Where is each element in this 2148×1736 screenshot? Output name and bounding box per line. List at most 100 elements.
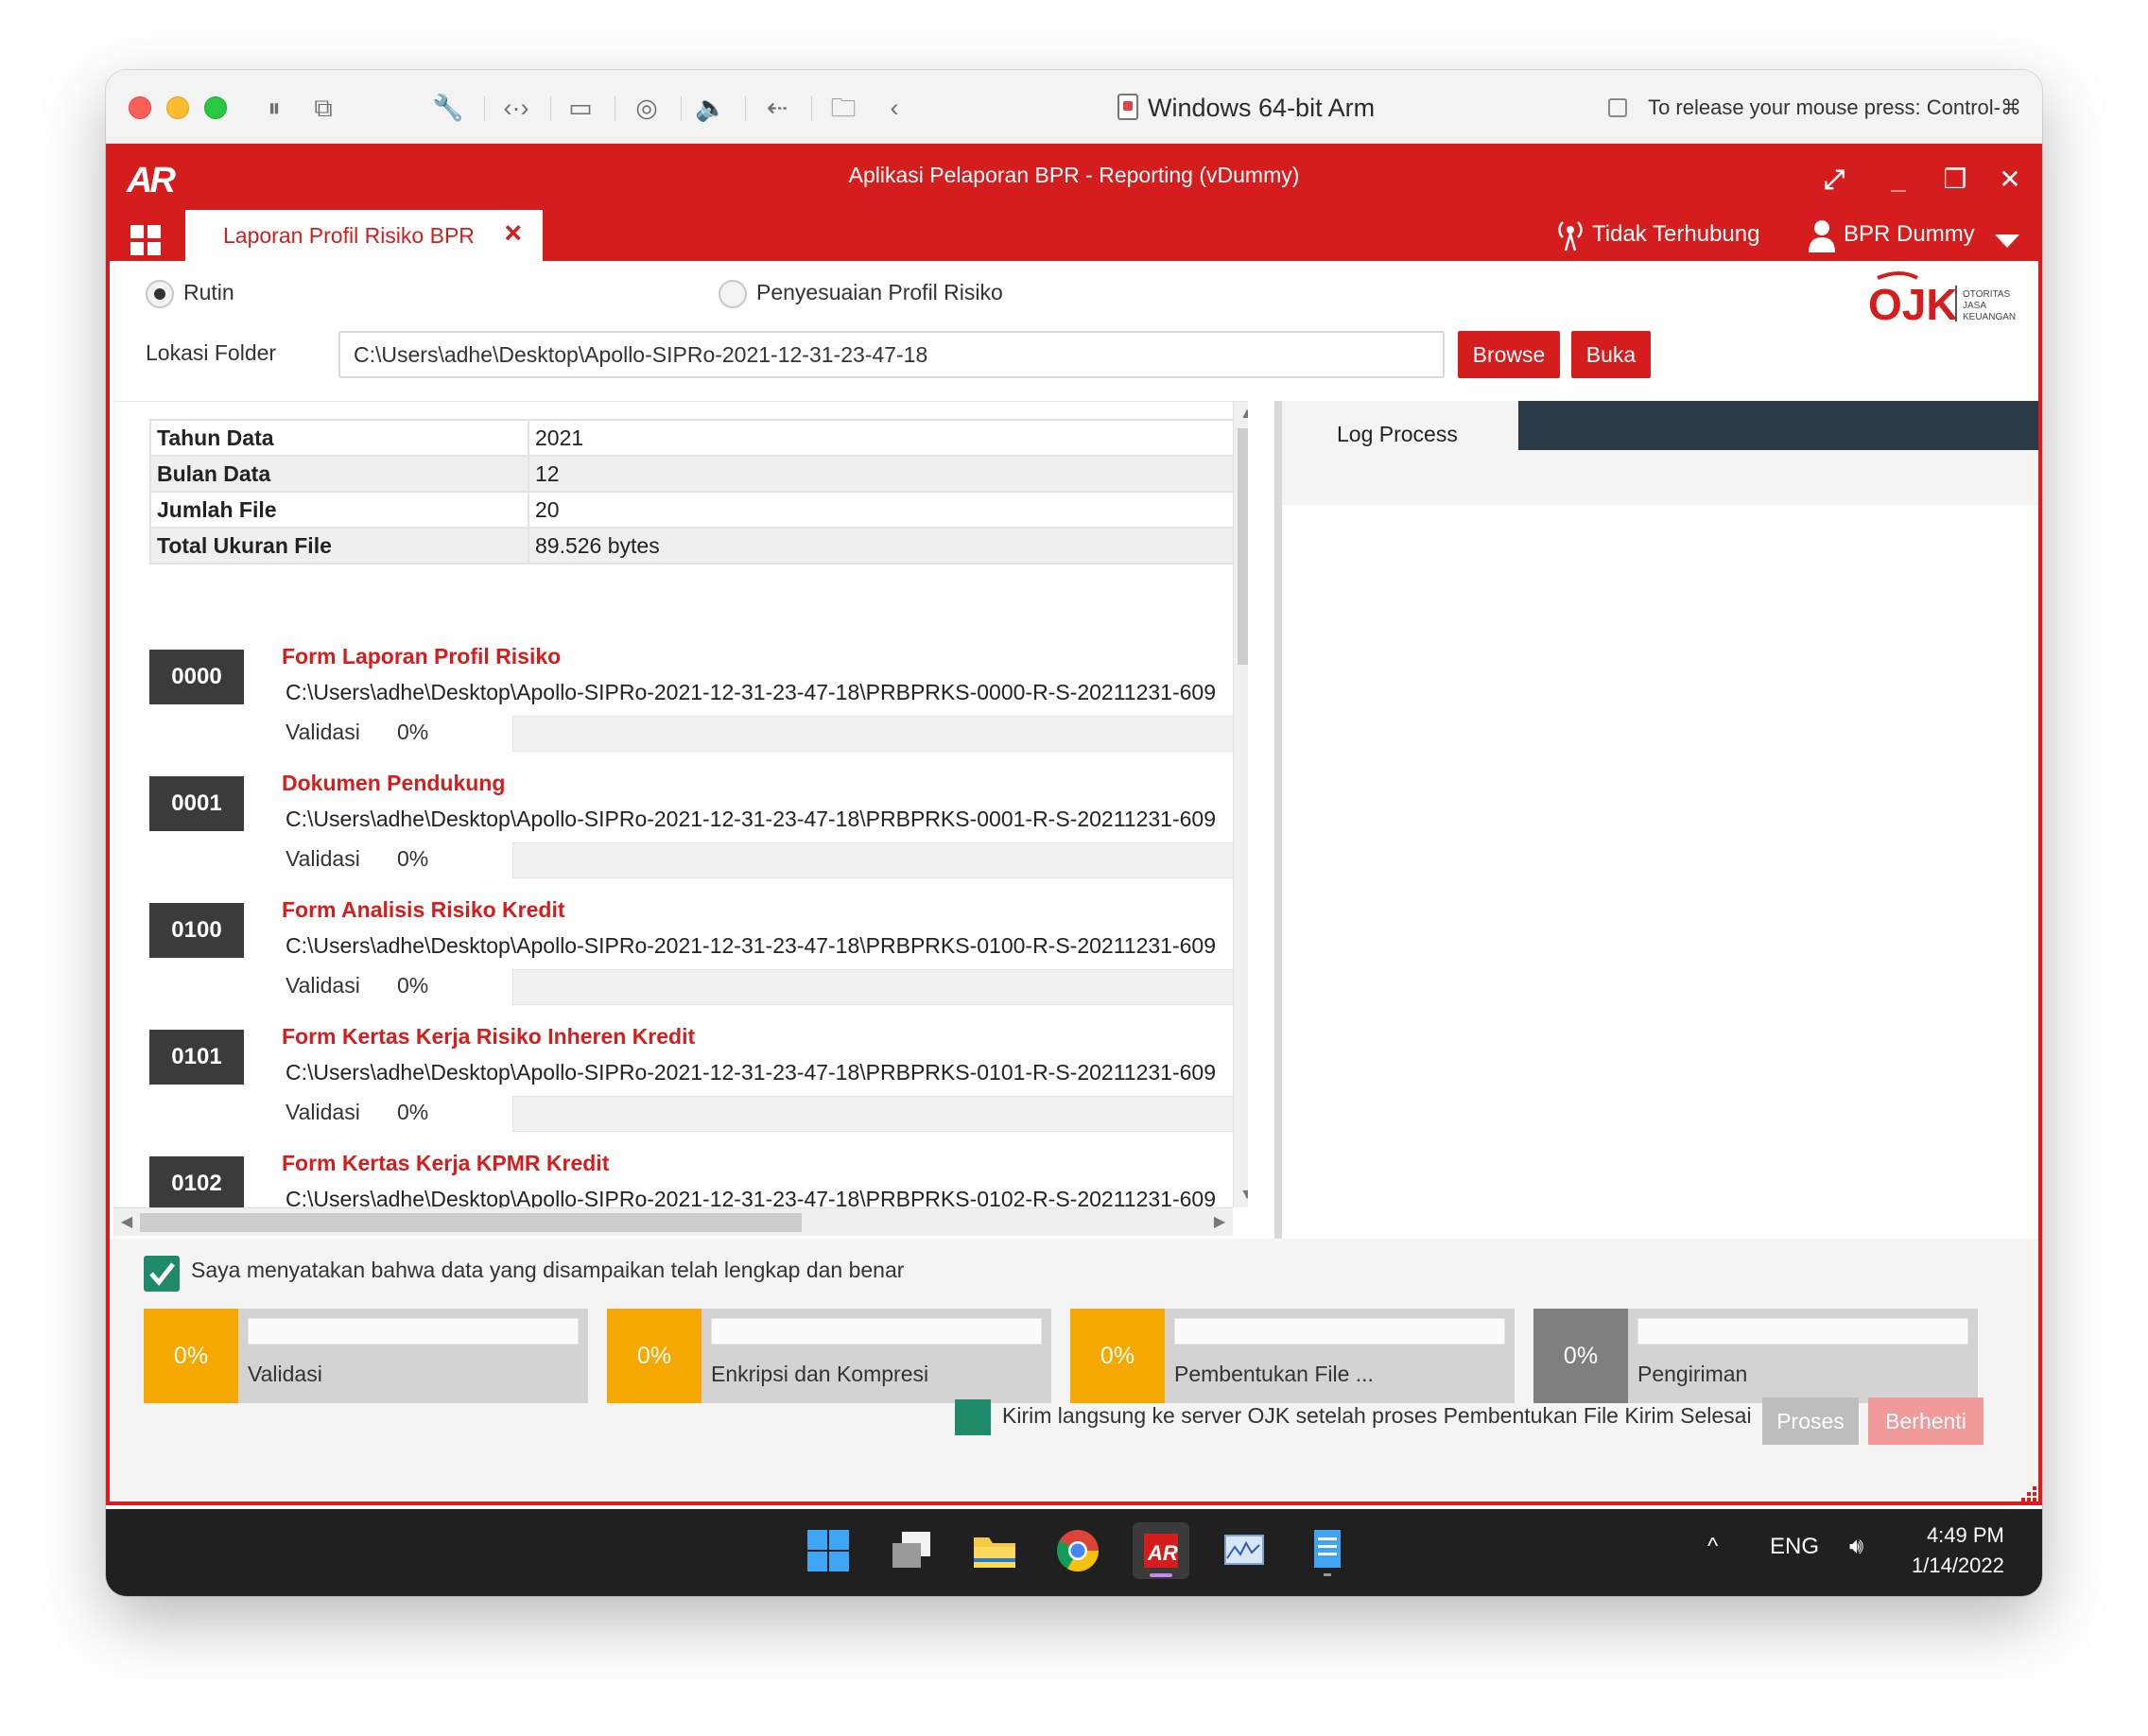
language-indicator[interactable]: ENG — [1770, 1534, 1819, 1560]
radio-rutin[interactable]: Rutin — [146, 276, 234, 308]
summary-value: 20 — [528, 491, 1240, 529]
table-row: Tahun Data 2021 — [149, 419, 1240, 457]
svg-text:OTORITAS: OTORITAS — [1963, 289, 2011, 300]
file-title[interactable]: Dokumen Pendukung — [282, 771, 505, 796]
camera-icon[interactable]: ◎ — [630, 91, 664, 125]
zoom-traffic-light[interactable] — [204, 96, 227, 119]
scroll-up-icon[interactable]: ▲ — [1234, 402, 1248, 426]
apollo-app-icon[interactable]: AR — [1133, 1522, 1189, 1579]
performance-monitor-icon[interactable] — [1216, 1522, 1273, 1579]
svg-text:JASA: JASA — [1963, 301, 1986, 311]
list-item: 0000 Form Laporan Profil Risiko C:\Users… — [149, 644, 1248, 771]
lokasi-folder-input[interactable]: C:\Users\adhe\Desktop\Apollo-SIPRo-2021-… — [338, 331, 1445, 378]
drive-icon[interactable]: ▭ — [563, 91, 598, 125]
pause-icon[interactable]: ⏸ — [257, 91, 291, 125]
summary-value: 89.526 bytes — [528, 527, 1240, 564]
buka-button[interactable]: Buka — [1571, 331, 1651, 378]
table-row: Total Ukuran File 89.526 bytes — [149, 527, 1240, 564]
restore-icon[interactable]: ❐ — [1936, 163, 1974, 197]
code-icon[interactable]: ‹·› — [499, 91, 533, 125]
document-icon — [1117, 94, 1138, 120]
tab-laporan-profil-risiko[interactable]: Laporan Profil Risiko BPR × — [185, 210, 543, 261]
summary-key: Total Ukuran File — [149, 527, 529, 564]
usb-icon[interactable]: ⇠ — [760, 91, 794, 125]
app-window: AR Aplikasi Pelaporan BPR - Reporting (v… — [106, 144, 2042, 1505]
mac-window-title: Windows 64-bit Arm — [1117, 89, 1375, 127]
windows-start-icon[interactable] — [800, 1522, 857, 1579]
user-menu[interactable]: BPR Dummy — [1808, 217, 1975, 252]
validasi-label: Validasi — [286, 720, 360, 744]
divider — [484, 96, 485, 121]
chevron-up-icon[interactable]: ^ — [1707, 1534, 1718, 1560]
validasi-label: Validasi — [286, 846, 360, 871]
fullscreen-icon[interactable]: ⤢ — [1815, 163, 1853, 197]
validasi-percent: 0% — [397, 973, 429, 998]
file-title[interactable]: Form Analisis Risiko Kredit — [282, 897, 565, 923]
vm-window: ⏸ ⧉ 🔧 ‹·› ▭ ◎ 🔈 ⇠ 🗀 ‹ Windows 64-bit Arm… — [106, 70, 2042, 1596]
summary-value: 12 — [528, 455, 1240, 493]
file-title[interactable]: Form Kertas Kerja Risiko Inheren Kredit — [282, 1024, 695, 1050]
svg-text:KEUANGAN: KEUANGAN — [1963, 312, 2016, 322]
stage-percent: 0% — [607, 1309, 702, 1403]
wrench-icon[interactable]: 🔧 — [431, 91, 465, 125]
log-tab-label: Log Process — [1337, 422, 1458, 446]
stage-progress-bar — [711, 1318, 1042, 1345]
browse-button[interactable]: Browse — [1458, 331, 1560, 378]
volume-icon[interactable]: 🔊︎ — [1849, 1534, 1863, 1560]
task-view-icon[interactable] — [883, 1522, 940, 1579]
svg-text:OJK: OJK — [1868, 280, 1958, 329]
speaker-icon[interactable]: 🔈 — [694, 91, 728, 125]
scroll-down-icon[interactable]: ▼ — [1234, 1183, 1248, 1207]
tab-log-process[interactable]: Log Process — [1282, 401, 1518, 505]
minimize-icon[interactable]: _ — [1880, 163, 1917, 197]
validasi-progress-bar — [512, 842, 1248, 878]
stage-pengiriman: 0% Pengiriman — [1533, 1309, 1978, 1403]
panel-splitter[interactable] — [1274, 401, 1282, 1239]
tab-close-icon[interactable]: × — [504, 216, 522, 251]
list-item: 0100 Form Analisis Risiko Kredit C:\User… — [149, 897, 1248, 1024]
close-icon[interactable]: ✕ — [1991, 163, 2029, 197]
close-traffic-light[interactable] — [129, 96, 151, 119]
scroll-right-icon[interactable]: ▶ — [1206, 1208, 1233, 1237]
mac-titlebar: ⏸ ⧉ 🔧 ‹·› ▭ ◎ 🔈 ⇠ 🗀 ‹ Windows 64-bit Arm… — [106, 70, 2042, 144]
chevron-down-icon[interactable] — [1995, 234, 2019, 248]
horizontal-scrollbar[interactable]: ◀ ▶ — [113, 1207, 1233, 1236]
resize-grip-icon[interactable] — [2021, 1484, 2038, 1502]
list-item: 0001 Dokumen Pendukung C:\Users\adhe\Des… — [149, 771, 1248, 897]
file-explorer-icon[interactable] — [966, 1522, 1023, 1579]
berhenti-button[interactable]: Berhenti — [1868, 1397, 1983, 1445]
scrollbar-thumb[interactable] — [140, 1213, 802, 1232]
file-title[interactable]: Form Laporan Profil Risiko — [282, 644, 561, 669]
file-title[interactable]: Form Kertas Kerja KPMR Kredit — [282, 1151, 609, 1176]
radio-dot — [146, 279, 174, 308]
file-code: 0101 — [149, 1030, 244, 1085]
scroll-left-icon[interactable]: ◀ — [113, 1208, 140, 1237]
file-code: 0102 — [149, 1156, 244, 1211]
scrollbar-thumb[interactable] — [1238, 428, 1248, 665]
radio-penyesuaian[interactable]: Penyesuaian Profil Risiko — [719, 276, 1003, 308]
stage-name: Pengiriman — [1637, 1362, 1748, 1386]
app-header: AR Aplikasi Pelaporan BPR - Reporting (v… — [106, 144, 2042, 261]
app-title: Aplikasi Pelaporan BPR - Reporting (vDum… — [848, 163, 1300, 187]
connection-status: Tidak Terhubung — [1556, 217, 1759, 252]
proses-button[interactable]: Proses — [1762, 1397, 1859, 1445]
checkmark-icon — [149, 1262, 175, 1286]
file-code: 0000 — [149, 650, 244, 704]
minimize-traffic-light[interactable] — [166, 96, 189, 119]
kirim-langsung-checkbox[interactable] — [955, 1399, 991, 1435]
release-hint: To release your mouse press: Control-⌘ — [1608, 91, 2021, 125]
clock[interactable]: 4:49 PM 1/14/2022 — [1912, 1520, 2004, 1581]
chevron-left-icon[interactable]: ‹ — [877, 91, 911, 125]
validasi-label: Validasi — [286, 1100, 360, 1124]
declaration-checkbox[interactable] — [144, 1256, 180, 1292]
apps-grid-icon[interactable] — [130, 225, 161, 255]
validasi-label: Validasi — [286, 973, 360, 998]
svg-text:AR: AR — [1147, 1541, 1178, 1565]
chrome-icon[interactable] — [1049, 1522, 1106, 1579]
notepad-icon[interactable] — [1299, 1522, 1356, 1579]
vertical-scrollbar[interactable]: ▲ ▼ — [1233, 402, 1248, 1207]
stage-percent: 0% — [1070, 1309, 1165, 1403]
table-row: Jumlah File 20 — [149, 491, 1240, 529]
snapshot-icon[interactable]: ⧉ — [306, 91, 340, 125]
shared-folder-icon[interactable]: 🗀 — [826, 91, 860, 125]
